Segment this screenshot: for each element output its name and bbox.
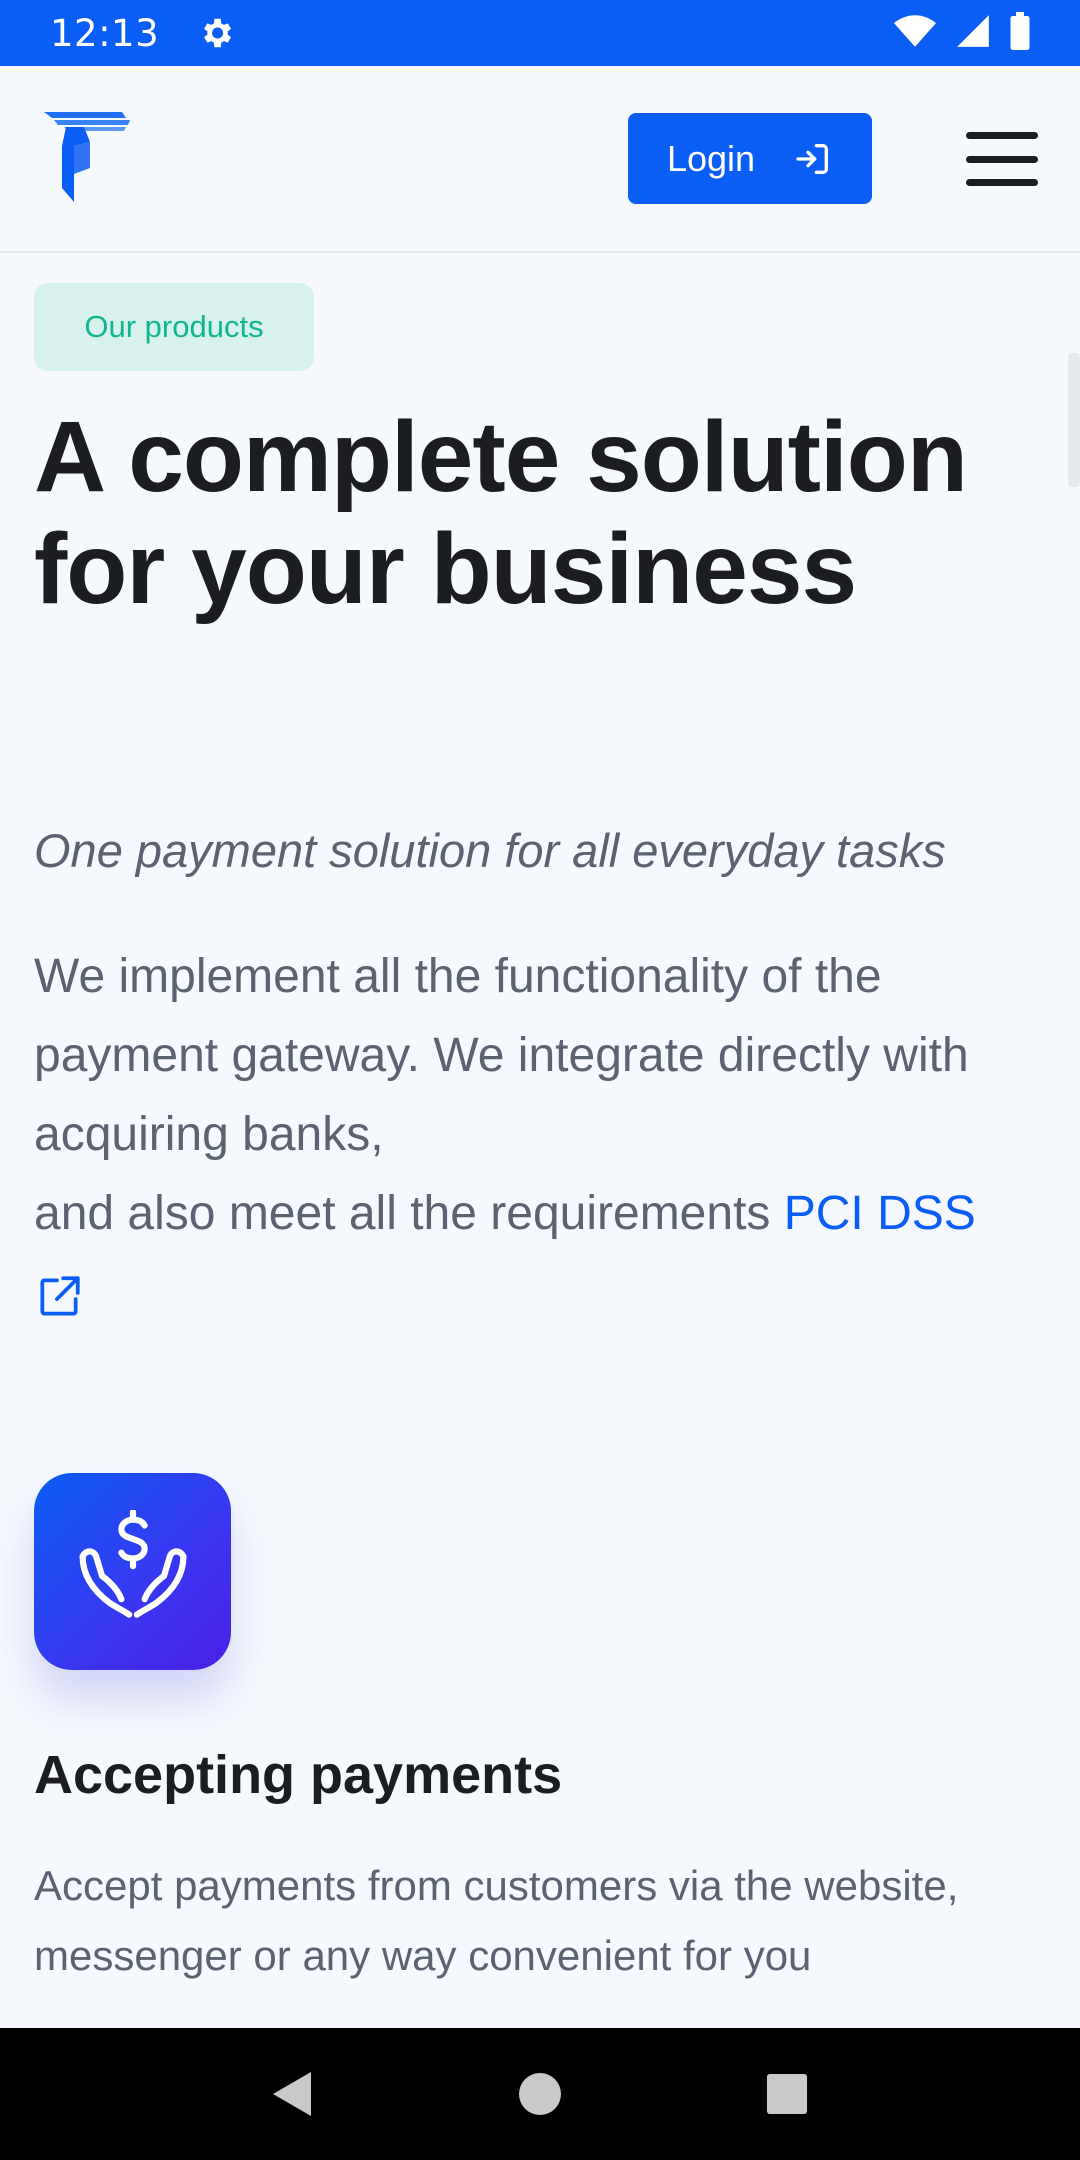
hero-subtitle: One payment solution for all everyday ta… — [34, 824, 946, 877]
products-tag: Our products — [34, 283, 314, 371]
back-icon[interactable] — [263, 2064, 323, 2124]
feature-description: Accept payments from customers via the w… — [34, 1862, 959, 1979]
brand-logo[interactable] — [44, 112, 130, 202]
page-title: A complete solution for your business — [34, 401, 968, 625]
login-icon — [793, 139, 833, 179]
navigation-bar — [0, 2028, 1080, 2160]
pci-dss-link[interactable]: PCI DSS — [784, 1187, 976, 1240]
menu-bar — [966, 179, 1038, 186]
status-time: 12:13 — [50, 11, 160, 55]
site-header: Login — [0, 66, 1080, 253]
wifi-icon — [894, 10, 936, 57]
hands-dollar-icon — [34, 1473, 231, 1670]
feature-title: Accepting payments — [34, 1745, 563, 1805]
scrollbar-thumb[interactable] — [1068, 353, 1080, 487]
home-icon[interactable] — [510, 2064, 570, 2124]
login-label: Login — [666, 137, 756, 179]
login-button[interactable]: Login — [628, 113, 872, 204]
hamburger-menu-icon[interactable] — [966, 132, 1038, 186]
battery-icon — [1010, 11, 1030, 55]
status-bar: 12:13 — [0, 0, 1080, 66]
description-text-2: and also meet all the requirements — [34, 1187, 784, 1240]
menu-bar — [966, 155, 1038, 163]
description-text-1: We implement all the functionality of th… — [34, 950, 969, 1161]
signal-icon — [954, 12, 992, 55]
hero-description: We implement all the functionality of th… — [34, 937, 1044, 1317]
settings-icon — [197, 14, 235, 52]
menu-bar — [966, 132, 1038, 139]
recents-icon[interactable] — [757, 2064, 817, 2124]
external-link-icon[interactable] — [34, 1267, 84, 1317]
